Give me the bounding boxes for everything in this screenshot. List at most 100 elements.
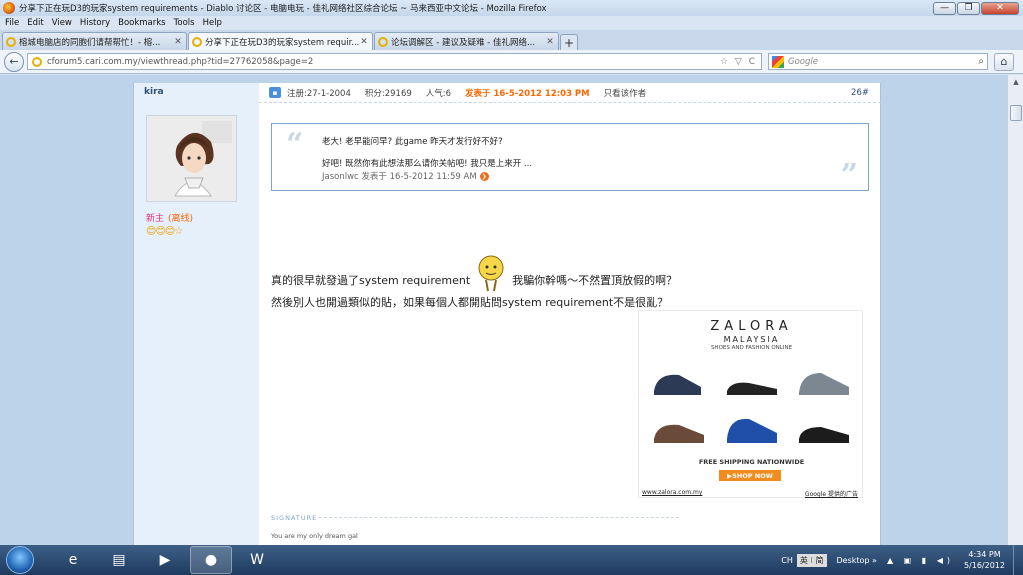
shoe-product-images-icon	[654, 373, 849, 443]
page-viewport: kira 新主 (离线) 😊😊😊☆ ▪ 注册:27-1-2004 积分:2916…	[0, 75, 1023, 545]
firefox-icon	[3, 2, 15, 14]
ad-tagline: SHOES AND FASHION ONLINE	[710, 345, 793, 351]
zalora-ad-banner[interactable]: ZALORA MALAYSIA SHOES AND FASHION ONLINE…	[638, 310, 863, 498]
site-favicon-icon	[6, 36, 16, 47]
rank-stars-icon: 😊😊😊☆	[146, 226, 183, 237]
start-button[interactable]	[6, 546, 34, 574]
shop-now-button[interactable]: ▶SHOP NOW	[719, 470, 781, 481]
clock-date: 5/16/2012	[963, 561, 1005, 570]
show-desktop-button[interactable]	[1013, 545, 1023, 575]
ad-brand: ZALORA	[710, 319, 793, 334]
post-timestamp: 发表于 16-5-2012 12:03 PM	[465, 88, 590, 99]
quote-close-icon: ”	[840, 158, 858, 193]
user-points: 积分:29169	[364, 88, 412, 99]
scrollbar-thumb[interactable]	[1010, 105, 1022, 121]
quote-line-2: 好吧! 既然你有此想法那么请你关帖吧! 我只是上来开 ...	[322, 159, 533, 169]
avatar-illustration-icon	[147, 116, 236, 201]
system-tray: CH 英 ⁝ 简 Desktop » ▲ ▣ ▮ ◀) 4:34 PM 5/16…	[781, 545, 1023, 575]
taskbar-ie-icon[interactable]: e	[52, 546, 94, 574]
site-favicon-icon	[192, 36, 202, 47]
post-floor-number[interactable]: 26#	[851, 88, 869, 98]
ad-provider-link[interactable]: Google 提供的广告	[805, 489, 858, 498]
back-button[interactable]: ←	[4, 51, 24, 72]
menu-file[interactable]: File	[5, 18, 19, 28]
site-identity-icon[interactable]	[32, 56, 42, 67]
only-author-link[interactable]: 只看该作者	[604, 87, 647, 99]
menu-tools[interactable]: Tools	[174, 18, 195, 28]
language-indicator[interactable]: CH	[781, 556, 793, 565]
tab-close-icon[interactable]: ✕	[359, 37, 369, 47]
forum-post: kira 新主 (离线) 😊😊😊☆ ▪ 注册:27-1-2004 积分:2916…	[133, 83, 881, 545]
menu-edit[interactable]: Edit	[27, 18, 43, 28]
home-button[interactable]: ⌂	[994, 52, 1014, 71]
message-text-b: 我騙你幹嗎～不然置頂放假的啊？	[512, 274, 678, 287]
page-scrollbar[interactable]: ▲	[1007, 75, 1023, 545]
tab-1[interactable]: 榕城电脑店的同胞们请帮帮忙！- 榕... ✕	[2, 32, 187, 50]
offline-status: (离线)	[168, 214, 194, 224]
menu-history[interactable]: History	[80, 18, 110, 28]
quote-open-icon: “	[286, 127, 304, 162]
user-popularity: 人气:6	[425, 88, 452, 99]
url-bar[interactable]: cforum5.cari.com.my/viewthread.php?tid=2…	[27, 53, 762, 70]
taskbar-firefox-icon[interactable]: ●	[190, 546, 232, 574]
window-titlebar: 分享下正在玩D3的玩家system requirements - Diablo …	[0, 0, 1023, 16]
window-title: 分享下正在玩D3的玩家system requirements - Diablo …	[19, 4, 547, 14]
go-to-post-icon[interactable]: ❯	[479, 171, 489, 181]
window-controls: — ❐ ✕	[932, 1, 1019, 15]
rank-label: 新主	[146, 214, 165, 224]
quote-meta: Jasonlwc 发表于 16-5-2012 11:59 AM ❯	[322, 170, 489, 182]
tab-label: 榕城电脑店的同胞们请帮帮忙！- 榕...	[19, 37, 161, 48]
ad-url-link[interactable]: www.zalora.com.my	[642, 489, 702, 496]
quote-author-time: Jasonlwc 发表于 16-5-2012 11:59 AM	[322, 172, 477, 182]
tab-label: 论坛调解区 - 建议及疑难 - 佳礼网络...	[391, 37, 536, 48]
signature-divider	[319, 517, 679, 518]
system-clock[interactable]: 4:34 PM 5/16/2012	[964, 549, 1005, 571]
signature-label: SIGNATURE	[271, 514, 318, 522]
tab-close-icon[interactable]: ✕	[545, 37, 555, 47]
user-rank: 新主 (离线)	[146, 211, 193, 224]
ime-toolbar[interactable]: 英 ⁝ 简	[796, 553, 827, 567]
post-author-panel: kira 新主 (离线) 😊😊😊☆	[134, 83, 259, 545]
search-icon[interactable]: ⌕	[978, 56, 984, 67]
clock-time: 4:34 PM	[968, 550, 1001, 559]
tray-icons[interactable]: ▲ ▣ ▮ ◀)	[887, 556, 954, 565]
url-controls-icon[interactable]: ☆ ▽ C	[720, 57, 757, 67]
ad-shipping: FREE SHIPPING NATIONWIDE	[698, 458, 805, 466]
menu-bookmarks[interactable]: Bookmarks	[118, 18, 166, 28]
tab-close-icon[interactable]: ✕	[173, 37, 183, 47]
user-info-icon[interactable]: ▪	[269, 87, 281, 98]
message-text-a: 真的很早就發過了system requirement	[271, 274, 471, 287]
taskbar-explorer-icon[interactable]: ▤	[98, 546, 140, 574]
search-placeholder[interactable]: Google	[788, 57, 978, 67]
url-text[interactable]: cforum5.cari.com.my/viewthread.php?tid=2…	[47, 57, 720, 67]
desktop-toolbar[interactable]: Desktop »	[837, 556, 877, 565]
menu-bar: File Edit View History Bookmarks Tools H…	[0, 16, 1023, 30]
ad-region: MALAYSIA	[723, 335, 780, 344]
signature-text: You are my only dream gal	[271, 532, 358, 540]
close-button[interactable]: ✕	[981, 1, 1019, 15]
new-tab-button[interactable]: +	[560, 34, 578, 50]
search-input[interactable]: Google ⌕	[768, 53, 988, 70]
site-favicon-icon	[378, 36, 388, 47]
maximize-button[interactable]: ❐	[957, 1, 980, 15]
tab-2-active[interactable]: 分享下正在玩D3的玩家system requir... ✕	[188, 32, 373, 50]
quote-block: “ 老大! 老早能问早? 此game 昨天才发行好不好? 好吧! 既然你有此想法…	[271, 123, 869, 193]
author-name[interactable]: kira	[144, 87, 164, 97]
post-header: ▪ 注册:27-1-2004 积分:29169 人气:6 发表于 16-5-20…	[259, 83, 881, 103]
avatar[interactable]	[146, 115, 237, 202]
registered-date: 注册:27-1-2004	[287, 88, 351, 99]
menu-view[interactable]: View	[52, 18, 72, 28]
windows-taskbar: e ▤ ▶ ● W CH 英 ⁝ 简 Desktop » ▲ ▣ ▮ ◀) 4:…	[0, 545, 1023, 575]
taskbar-media-icon[interactable]: ▶	[144, 546, 186, 574]
navigation-bar: ← cforum5.cari.com.my/viewthread.php?tid…	[0, 50, 1023, 74]
message-line-2: 然後別人也開過類似的貼，如果每個人都開貼問system requirement不…	[271, 296, 669, 309]
minimize-button[interactable]: —	[933, 1, 956, 15]
tab-label: 分享下正在玩D3的玩家system requir...	[205, 37, 359, 48]
quote-line-1: 老大! 老早能问早? 此game 昨天才发行好不好?	[322, 137, 503, 147]
taskbar-word-icon[interactable]: W	[236, 546, 278, 574]
menu-help[interactable]: Help	[203, 18, 222, 28]
scroll-up-icon[interactable]: ▲	[1008, 75, 1023, 89]
tab-bar: 榕城电脑店的同胞们请帮帮忙！- 榕... ✕ 分享下正在玩D3的玩家system…	[0, 30, 1023, 50]
tab-3[interactable]: 论坛调解区 - 建议及疑难 - 佳礼网络... ✕	[374, 32, 559, 50]
google-icon[interactable]	[772, 55, 784, 68]
